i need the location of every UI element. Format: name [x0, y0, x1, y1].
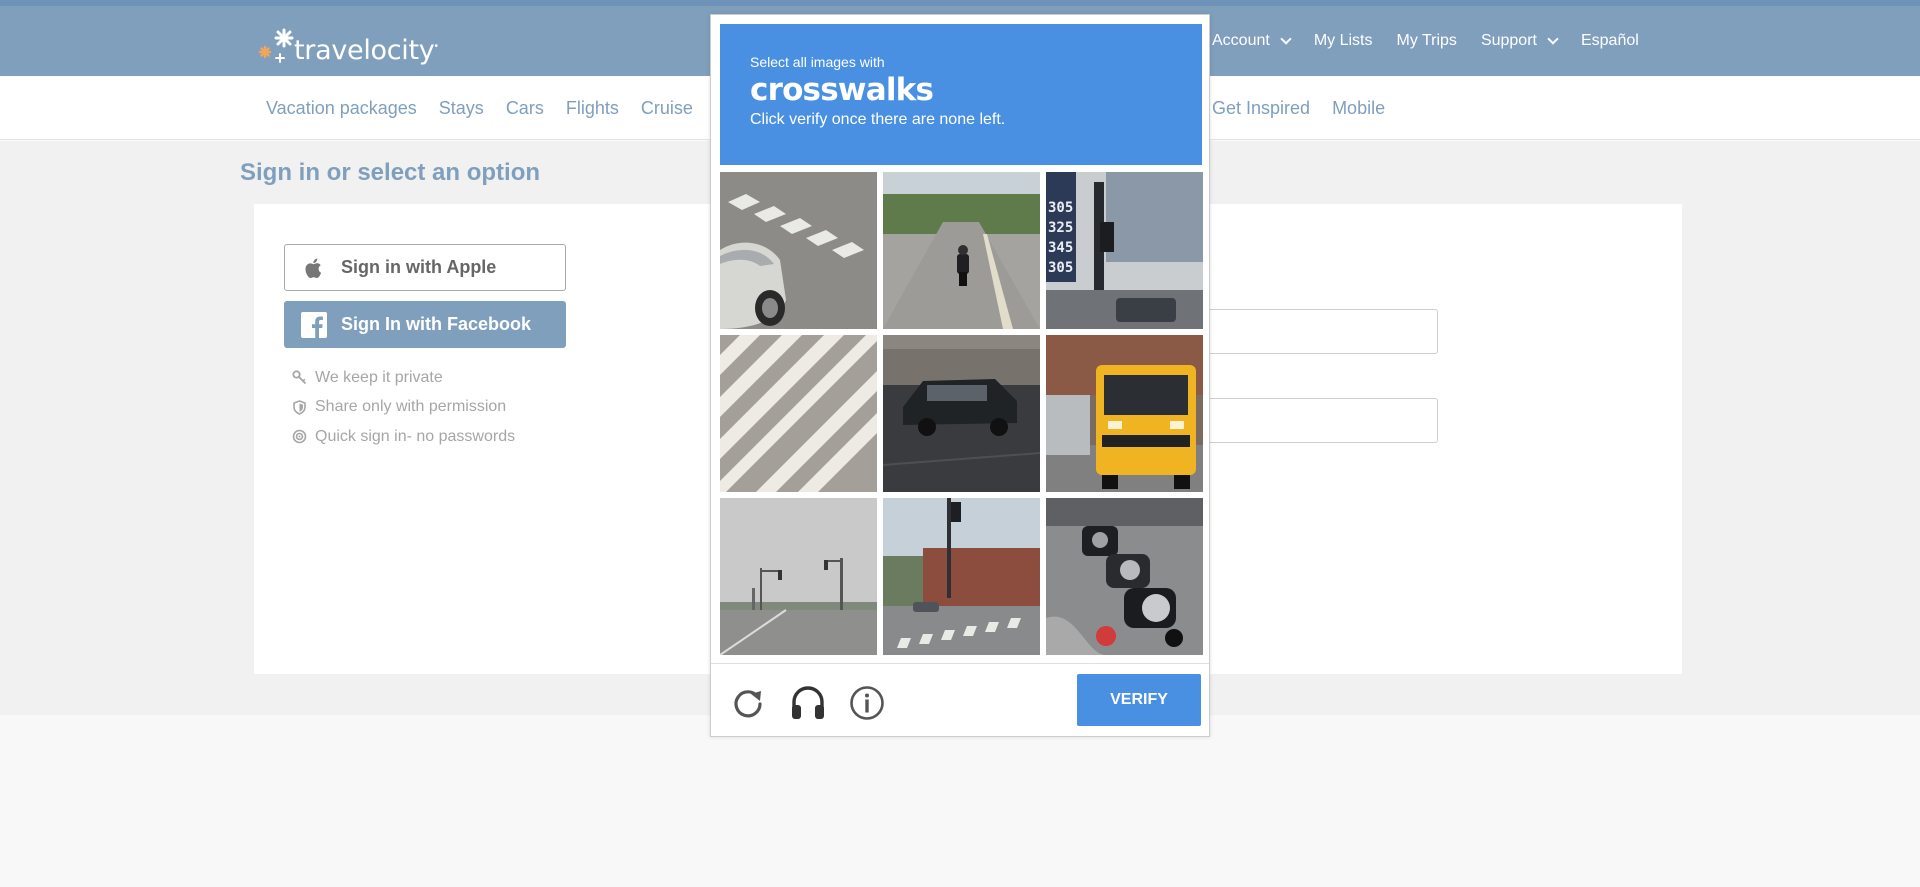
svg-text:325: 325: [1048, 220, 1073, 236]
tile-image-car-crosswalk: [720, 172, 877, 329]
subnav-flights[interactable]: Flights: [566, 98, 619, 119]
perk-quick-signin: Quick sign in- no passwords: [292, 422, 515, 452]
captcha-instructions: Select all images with crosswalks Click …: [720, 24, 1202, 165]
tile-image-dark-car-lot: [883, 335, 1040, 492]
travelocity-logo[interactable]: travelocity •: [256, 24, 438, 68]
shield-icon: [293, 399, 306, 415]
tile-image-motorcycle-road: [883, 172, 1040, 329]
target-icon: [292, 429, 307, 444]
sign-in-with-apple-button[interactable]: Sign in with Apple: [284, 244, 566, 291]
sign-in-with-facebook-button[interactable]: Sign In with Facebook: [284, 301, 566, 348]
facebook-icon: [301, 311, 327, 338]
perk-permission: Share only with permission: [292, 393, 515, 423]
password-field[interactable]: [1190, 398, 1438, 443]
captcha-tile-4[interactable]: [720, 335, 877, 492]
subnav-cars[interactable]: Cars: [506, 98, 544, 119]
my-lists-link[interactable]: My Lists: [1314, 32, 1373, 50]
chevron-down-icon: [1280, 33, 1292, 45]
perk-permission-text: Share only with permission: [315, 398, 507, 416]
my-trips-link[interactable]: My Trips: [1396, 32, 1456, 50]
tile-image-gas-price-sign: 305 325 345 305: [1046, 172, 1203, 329]
my-trips-label: My Trips: [1396, 32, 1457, 49]
top-nav: Account My Lists My Trips Support Españo…: [1212, 6, 1663, 76]
subnav-stays[interactable]: Stays: [439, 98, 484, 119]
apple-button-label: Sign in with Apple: [341, 257, 497, 277]
subnav-mobile[interactable]: Mobile: [1332, 98, 1385, 119]
captcha-tile-5[interactable]: [883, 335, 1040, 492]
verify-button[interactable]: VERIFY: [1077, 674, 1201, 726]
sub-nav-right: Get Inspired Mobile: [1212, 76, 1407, 140]
svg-text:305: 305: [1048, 260, 1073, 276]
reload-icon[interactable]: [729, 684, 767, 722]
captcha-tile-1[interactable]: [720, 172, 877, 329]
subnav-get-inspired[interactable]: Get Inspired: [1212, 98, 1310, 119]
my-lists-label: My Lists: [1313, 32, 1373, 49]
perks-list: We keep it private Share only with permi…: [292, 363, 515, 452]
captcha-tile-9[interactable]: [1046, 498, 1203, 655]
captcha-tile-2[interactable]: [883, 172, 1040, 329]
apple-icon: [305, 258, 322, 278]
support-label: Support: [1480, 32, 1537, 49]
tile-image-intersection-crosswalk: [883, 498, 1040, 655]
captcha-target: crosswalks: [750, 72, 934, 108]
perk-private-text: We keep it private: [315, 368, 443, 386]
page-title: Sign in or select an option: [240, 159, 541, 186]
audio-icon[interactable]: [789, 684, 827, 722]
tile-image-foggy-road: [720, 498, 877, 655]
captcha-instruction-line1: Select all images with: [750, 54, 885, 70]
captcha-footer: VERIFY: [711, 663, 1209, 737]
perk-quick-signin-text: Quick sign in- no passwords: [315, 427, 516, 445]
support-menu[interactable]: Support: [1480, 32, 1559, 50]
perk-private: We keep it private: [292, 363, 515, 393]
account-menu[interactable]: Account: [1212, 32, 1292, 50]
captcha-tile-3[interactable]: 305 325 345 305: [1046, 172, 1203, 329]
logo-text: travelocity: [294, 34, 435, 66]
key-icon: [292, 370, 307, 385]
info-icon[interactable]: [848, 684, 886, 722]
language-link[interactable]: Español: [1581, 32, 1639, 50]
svg-text:305: 305: [1048, 200, 1073, 216]
facebook-button-label: Sign In with Facebook: [341, 314, 532, 334]
language-label: Español: [1580, 32, 1639, 49]
account-label: Account: [1212, 32, 1270, 49]
captcha-tile-8[interactable]: [883, 498, 1040, 655]
star-logo-icon: [258, 28, 294, 63]
tile-image-school-bus: [1046, 335, 1203, 492]
captcha-instruction-line3: Click verify once there are none left.: [750, 111, 1006, 128]
email-field[interactable]: [1190, 309, 1438, 354]
subnav-cruise[interactable]: Cruise: [641, 98, 693, 119]
captcha-tile-7[interactable]: [720, 498, 877, 655]
tile-image-motorcycles: [1046, 498, 1203, 655]
svg-text:345: 345: [1048, 240, 1073, 256]
subnav-vacation-packages[interactable]: Vacation packages: [266, 98, 417, 119]
captcha-tile-6[interactable]: [1046, 335, 1203, 492]
tile-image-crosswalk-closeup: [720, 335, 877, 492]
captcha-dialog: Select all images with crosswalks Click …: [710, 14, 1210, 737]
trademark-dot: •: [434, 40, 438, 52]
chevron-down-icon: [1547, 33, 1559, 45]
sub-nav-left: Vacation packages Stays Cars Flights Cru…: [266, 76, 715, 140]
